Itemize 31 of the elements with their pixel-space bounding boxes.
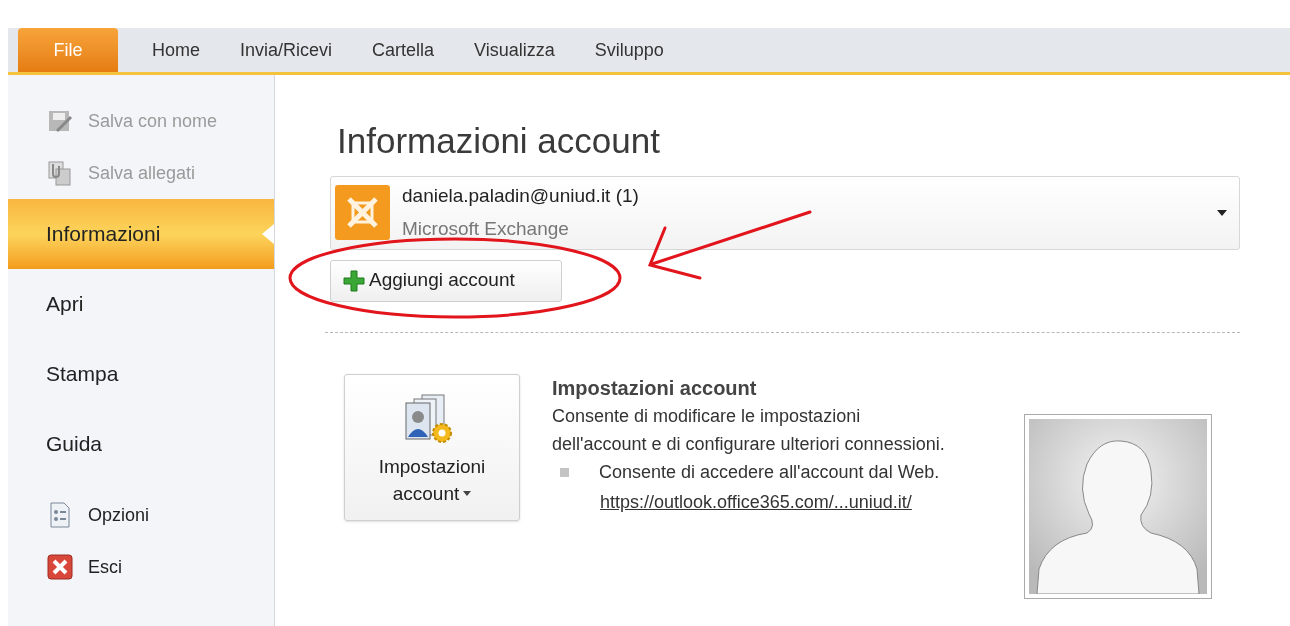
exchange-logo-icon (335, 185, 390, 240)
attachment-icon (47, 160, 73, 186)
web-access-link[interactable]: https://outlook.office365.com/...uniud.it/ (600, 491, 912, 512)
section-heading: Impostazioni account (552, 375, 758, 401)
options-icon (49, 502, 71, 528)
account-type: Microsoft Exchange (402, 216, 570, 241)
section-description: Consente di modificare le impostazioni dell'account e di configurare ulteriori connessioni. (552, 404, 946, 456)
plus-icon (343, 269, 365, 292)
ribbon-tab[interactable]: Home (138, 28, 214, 72)
bullet-icon (560, 467, 569, 477)
sidebar-tab[interactable]: Apri (8, 269, 274, 339)
sidebar-tab[interactable]: Informazioni (8, 199, 274, 269)
add-account-button[interactable]: Aggiungi account (330, 259, 562, 302)
ribbon-tab[interactable]: Visualizza (460, 28, 569, 72)
save-as-icon (47, 109, 73, 133)
ribbon-tab[interactable]: Cartella (358, 28, 449, 72)
ribbon-tab[interactable]: Invia/Ricevi (226, 28, 347, 72)
account-email: daniela.paladin@uniud.it (1) (402, 184, 640, 208)
dropdown-caret-icon (1217, 209, 1227, 216)
page-title: Informazioni account (337, 121, 660, 160)
close-icon (47, 554, 73, 580)
sidebar-command[interactable]: Esci (8, 541, 274, 593)
sidebar-tab[interactable]: Stampa (8, 339, 274, 409)
ribbon-tab[interactable]: Sviluppo (580, 28, 678, 72)
sidebar-tab[interactable]: Guida (8, 409, 274, 479)
dropdown-caret-icon (463, 490, 472, 496)
sidebar-command[interactable]: Opzioni (8, 489, 274, 541)
account-selector[interactable]: daniela.paladin@uniud.it (1) Microsoft Exchange (330, 175, 1240, 250)
account-settings-button[interactable]: Impostazioni account (344, 373, 520, 521)
bullet-text: Consente di accedere all'account dal Web. (599, 460, 940, 484)
profile-placeholder-icon (1029, 418, 1207, 594)
